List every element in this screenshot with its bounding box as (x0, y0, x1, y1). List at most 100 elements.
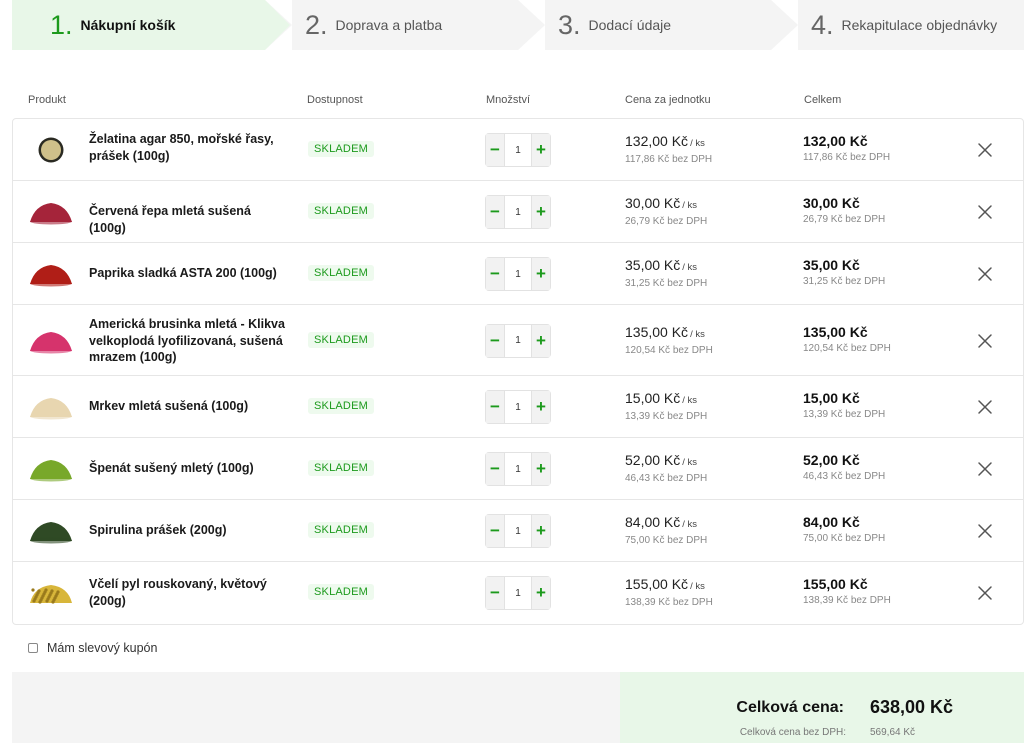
cart-item-row: Spirulina prášek (200g) SKLADEM −1 +84,00 K… (13, 500, 1023, 562)
step-cart[interactable]: 1. Nákupní košík (12, 0, 290, 50)
unit-price-value: 132,00 Kč (625, 133, 689, 149)
line-total-value: 135,00 Kč (803, 323, 868, 340)
increase-quantity-button[interactable]: + (532, 324, 550, 357)
cart-items-list: Želatina agar 850, mořské řasy, prášek (… (12, 118, 1024, 625)
product-thumbnail-powder-pile-icon[interactable] (29, 327, 73, 355)
product-thumbnail-bowl-icon[interactable] (29, 136, 73, 164)
stock-badge: SKLADEM (308, 331, 374, 348)
increase-quantity-button[interactable]: + (532, 453, 550, 485)
line-total-net: 120,54 Kč bez DPH (803, 342, 891, 354)
cart-item-row: Mrkev mletá sušená (100g) SKLADEM −1 +15,00… (13, 376, 1023, 438)
unit-price-net: 13,39 Kč bez DPH (625, 411, 708, 422)
coupon-toggle[interactable]: Mám slevový kupón (28, 641, 157, 655)
line-total: 15,00 Kč 13,39 Kč bez DPH (803, 390, 885, 420)
increase-quantity-button[interactable]: + (532, 134, 550, 166)
remove-item-close-icon[interactable] (976, 398, 994, 416)
step-label: Rekapitulace objednávky (841, 17, 998, 33)
unit-price-unit: / ks (682, 395, 698, 406)
product-thumbnail-powder-pile-icon[interactable] (29, 260, 73, 288)
cart-table-header: Produkt Dostupnost Množství Cena za jedn… (12, 94, 1024, 110)
decrease-quantity-button[interactable]: − (486, 324, 504, 357)
decrease-quantity-button[interactable]: − (486, 515, 504, 547)
step-delivery-details[interactable]: 3. Dodací údaje (518, 0, 796, 50)
remove-item-close-icon[interactable] (976, 141, 994, 159)
line-total: 155,00 Kč 138,39 Kč bez DPH (803, 576, 891, 606)
quantity-input[interactable]: 1 (504, 391, 532, 423)
product-thumbnail-granules-pile-icon[interactable] (29, 579, 73, 607)
quantity-input[interactable]: 1 (504, 453, 532, 485)
quantity-stepper: −1 + (485, 576, 551, 610)
step-shipping-payment[interactable]: 2. Doprava a platba (265, 0, 543, 50)
increase-quantity-button[interactable]: + (532, 577, 550, 609)
quantity-input[interactable]: 1 (504, 258, 532, 290)
step-number: 3. (558, 9, 581, 40)
increase-quantity-button[interactable]: + (532, 196, 550, 228)
product-name[interactable]: Včelí pyl rouskovaný, květový (200g) (89, 576, 289, 609)
quantity-input[interactable]: 1 (504, 515, 532, 547)
decrease-quantity-button[interactable]: − (486, 453, 504, 485)
line-total: 30,00 Kč 26,79 Kč bez DPH (803, 195, 885, 225)
stock-badge: SKLADEM (308, 584, 374, 600)
remove-item-close-icon[interactable] (976, 265, 994, 283)
decrease-quantity-button[interactable]: − (486, 577, 504, 609)
unit-price-net: 120,54 Kč bez DPH (625, 344, 713, 356)
total-price-value: 638,00 Kč (870, 697, 954, 717)
product-thumbnail-powder-pile-icon[interactable] (29, 455, 73, 483)
stock-badge: SKLADEM (308, 522, 374, 538)
order-summary: Celková cena: 638,00 Kč Celková cena bez… (620, 672, 1024, 743)
remove-item-close-icon[interactable] (976, 522, 994, 540)
remove-item-close-icon[interactable] (976, 460, 994, 478)
line-total: 132,00 Kč 117,86 Kč bez DPH (803, 133, 890, 163)
quantity-input[interactable]: 1 (504, 134, 532, 166)
quantity-stepper: −1 + (485, 390, 551, 424)
line-total-net: 31,25 Kč bez DPH (803, 276, 886, 287)
quantity-input[interactable]: 1 (504, 196, 532, 228)
header-total: Celkem (804, 94, 842, 106)
unit-price: 52,00 Kč / ks 46,43 Kč bez DPH (625, 452, 707, 484)
remove-item-close-icon[interactable] (976, 203, 994, 221)
decrease-quantity-button[interactable]: − (486, 391, 504, 423)
unit-price-net: 31,25 Kč bez DPH (625, 278, 708, 289)
step-number: 1. (50, 9, 73, 40)
total-net-value: 569,64 Kč (870, 727, 916, 738)
product-thumbnail-powder-pile-icon[interactable] (29, 198, 73, 226)
stock-badge: SKLADEM (308, 203, 374, 219)
unit-price-value: 15,00 Kč (625, 390, 681, 406)
header-unit-price: Cena za jednotku (625, 94, 711, 106)
quantity-stepper: −1 + (485, 133, 551, 167)
quantity-stepper: −1 + (485, 514, 551, 548)
product-name[interactable]: Paprika sladká ASTA 200 (100g) (89, 265, 289, 282)
increase-quantity-button[interactable]: + (532, 391, 550, 423)
increase-quantity-button[interactable]: + (532, 515, 550, 547)
unit-price: 135,00 Kč / ks 120,54 Kč bez DPH (625, 324, 713, 356)
unit-price-net: 26,79 Kč bez DPH (625, 216, 708, 227)
summary-spacer (12, 672, 620, 743)
decrease-quantity-button[interactable]: − (486, 196, 504, 228)
quantity-input[interactable]: 1 (504, 577, 532, 609)
coupon-checkbox[interactable] (28, 643, 38, 653)
product-thumbnail-powder-pile-icon[interactable] (29, 393, 73, 421)
remove-item-close-icon[interactable] (976, 584, 994, 602)
header-quantity: Množství (486, 94, 531, 106)
product-name[interactable]: Červená řepa mletá sušená (100g) (89, 203, 289, 236)
decrease-quantity-button[interactable]: − (486, 258, 504, 290)
product-name[interactable]: Mrkev mletá sušená (100g) (89, 398, 289, 415)
remove-item-close-icon[interactable] (976, 332, 994, 350)
product-name[interactable]: Špenát sušený mletý (100g) (89, 460, 289, 477)
quantity-stepper: −1 + (485, 195, 551, 229)
increase-quantity-button[interactable]: + (532, 258, 550, 290)
step-order-summary[interactable]: 4. Rekapitulace objednávky (771, 0, 1024, 50)
product-thumbnail-powder-pile-icon[interactable] (29, 517, 73, 545)
unit-price-value: 135,00 Kč (625, 323, 689, 340)
line-total: 35,00 Kč 31,25 Kč bez DPH (803, 257, 885, 287)
cart-item-row: Paprika sladká ASTA 200 (100g) SKLADEM −1 +… (13, 243, 1023, 305)
product-name[interactable]: Želatina agar 850, mořské řasy, prášek (… (89, 131, 289, 164)
stock-badge: SKLADEM (308, 398, 374, 414)
product-name[interactable]: Americká brusinka mletá - Klikva velkopl… (89, 316, 289, 366)
product-name[interactable]: Spirulina prášek (200g) (89, 522, 289, 539)
quantity-input[interactable]: 1 (504, 324, 532, 357)
step-number: 2. (305, 9, 328, 40)
line-total-value: 52,00 Kč (803, 452, 860, 468)
decrease-quantity-button[interactable]: − (486, 134, 504, 166)
unit-price-unit: / ks (682, 200, 698, 211)
